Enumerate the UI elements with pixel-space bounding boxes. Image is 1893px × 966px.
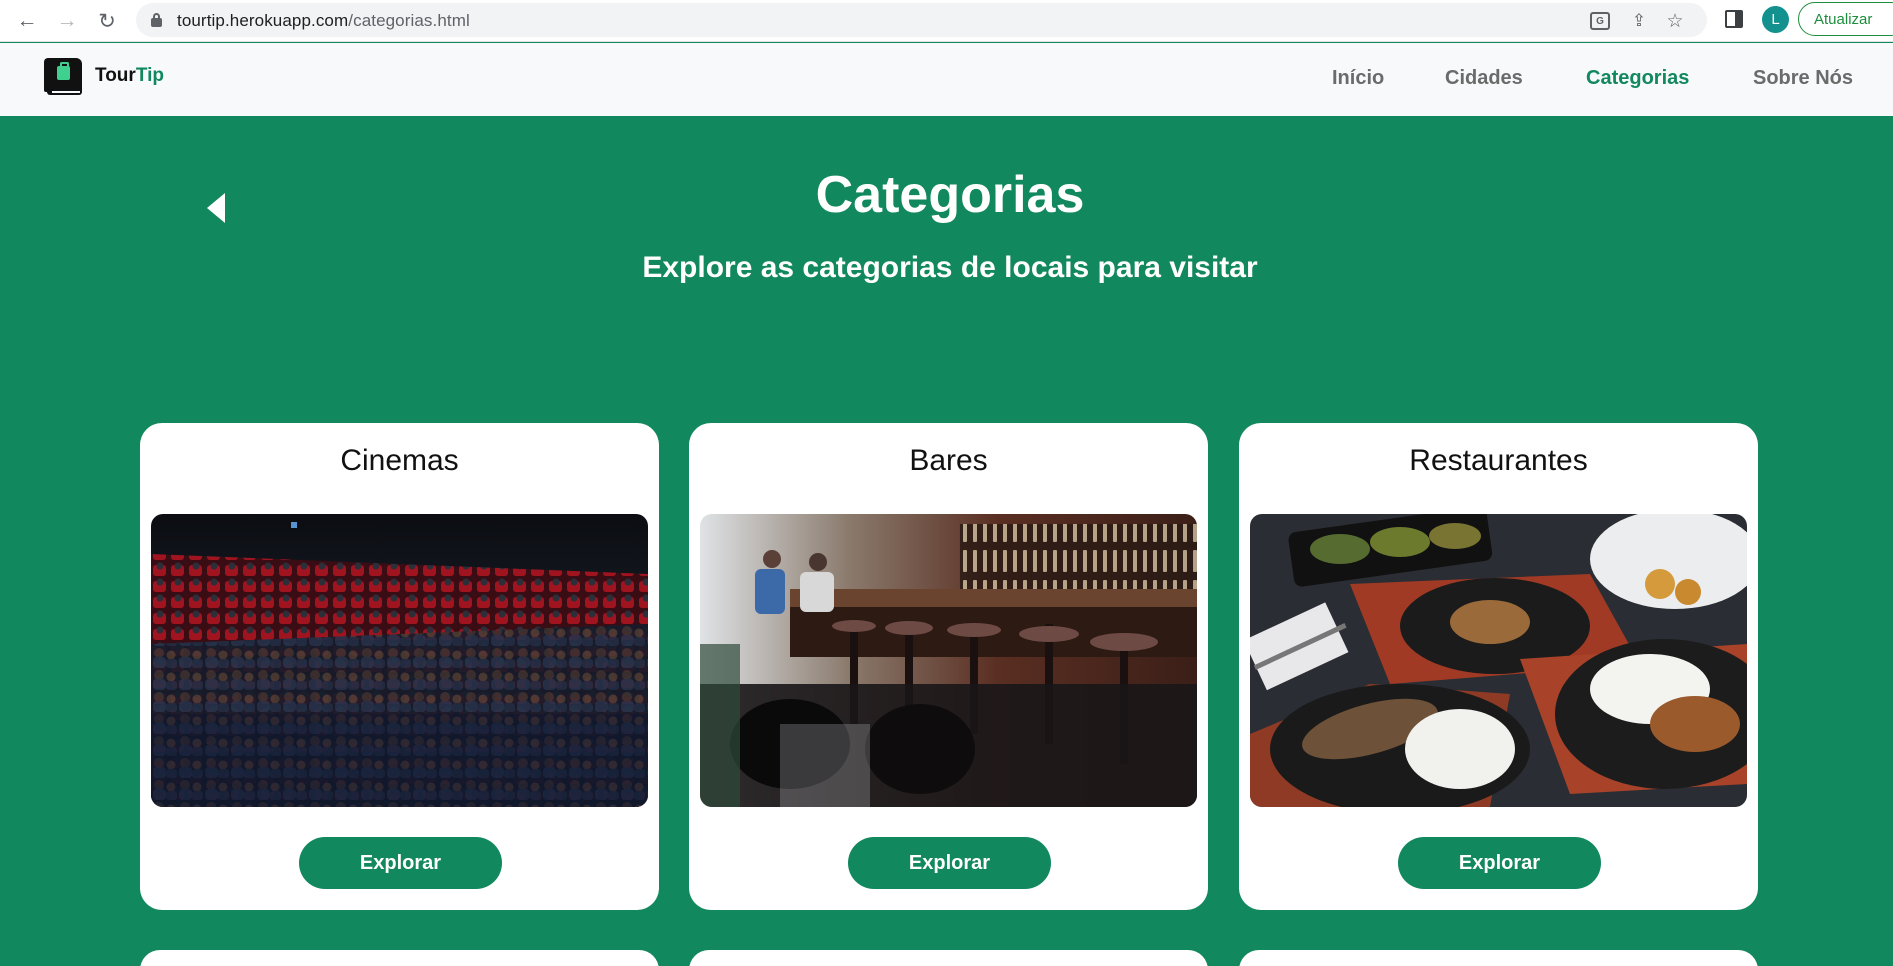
category-card-partial	[689, 950, 1208, 966]
nav-link-categorias[interactable]: Categorias	[1586, 67, 1689, 90]
update-browser-button[interactable]: Atualizar	[1798, 2, 1893, 36]
category-card-partial	[140, 950, 659, 966]
category-card-restaurantes: Restaurantes Explorar	[1239, 423, 1758, 910]
url-text[interactable]: tourtip.herokuapp.com/categorias.html	[177, 11, 470, 31]
logo-icon[interactable]	[44, 58, 82, 96]
page-subtitle: Explore as categorias de locais para vis…	[642, 251, 1258, 284]
side-panel-icon[interactable]	[1725, 10, 1743, 28]
back-arrow-icon[interactable]: ←	[12, 6, 42, 36]
explore-button[interactable]: Explorar	[848, 837, 1051, 889]
nav-link-cidades[interactable]: Cidades	[1445, 67, 1523, 90]
page-title: Categorias	[815, 166, 1085, 224]
card-title: Cinemas	[340, 444, 459, 477]
logo-text[interactable]: TourTip	[95, 65, 164, 87]
lock-icon[interactable]	[151, 13, 162, 27]
category-card-bares: Bares Explorar	[689, 423, 1208, 910]
forward-arrow-icon[interactable]: →	[52, 6, 82, 36]
restaurant-dishes-photo	[1250, 514, 1747, 807]
browser-toolbar: ← → ↻ tourtip.herokuapp.com/categorias.h…	[0, 0, 1893, 42]
nav-link-inicio[interactable]: Início	[1332, 67, 1384, 90]
card-title: Restaurantes	[1409, 444, 1588, 477]
reload-icon[interactable]: ↻	[92, 6, 122, 36]
explore-button[interactable]: Explorar	[299, 837, 502, 889]
bar-interior-photo	[700, 514, 1197, 807]
card-title: Bares	[909, 444, 988, 477]
category-card-partial	[1239, 950, 1758, 966]
profile-avatar[interactable]: L	[1762, 6, 1789, 33]
cinema-audience-photo	[151, 514, 648, 807]
bookmark-star-icon[interactable]: ☆	[1664, 10, 1686, 32]
address-bar[interactable]: tourtip.herokuapp.com/categorias.html G …	[136, 3, 1707, 37]
explore-button[interactable]: Explorar	[1398, 837, 1601, 889]
category-card-cinemas: Cinemas Explorar	[140, 423, 659, 910]
translate-icon[interactable]: G	[1590, 12, 1610, 30]
nav-link-sobre-nos[interactable]: Sobre Nós	[1753, 67, 1853, 90]
share-icon[interactable]: ⇪	[1628, 10, 1650, 32]
site-header: TourTip Início Cidades Categorias Sobre …	[0, 43, 1893, 116]
